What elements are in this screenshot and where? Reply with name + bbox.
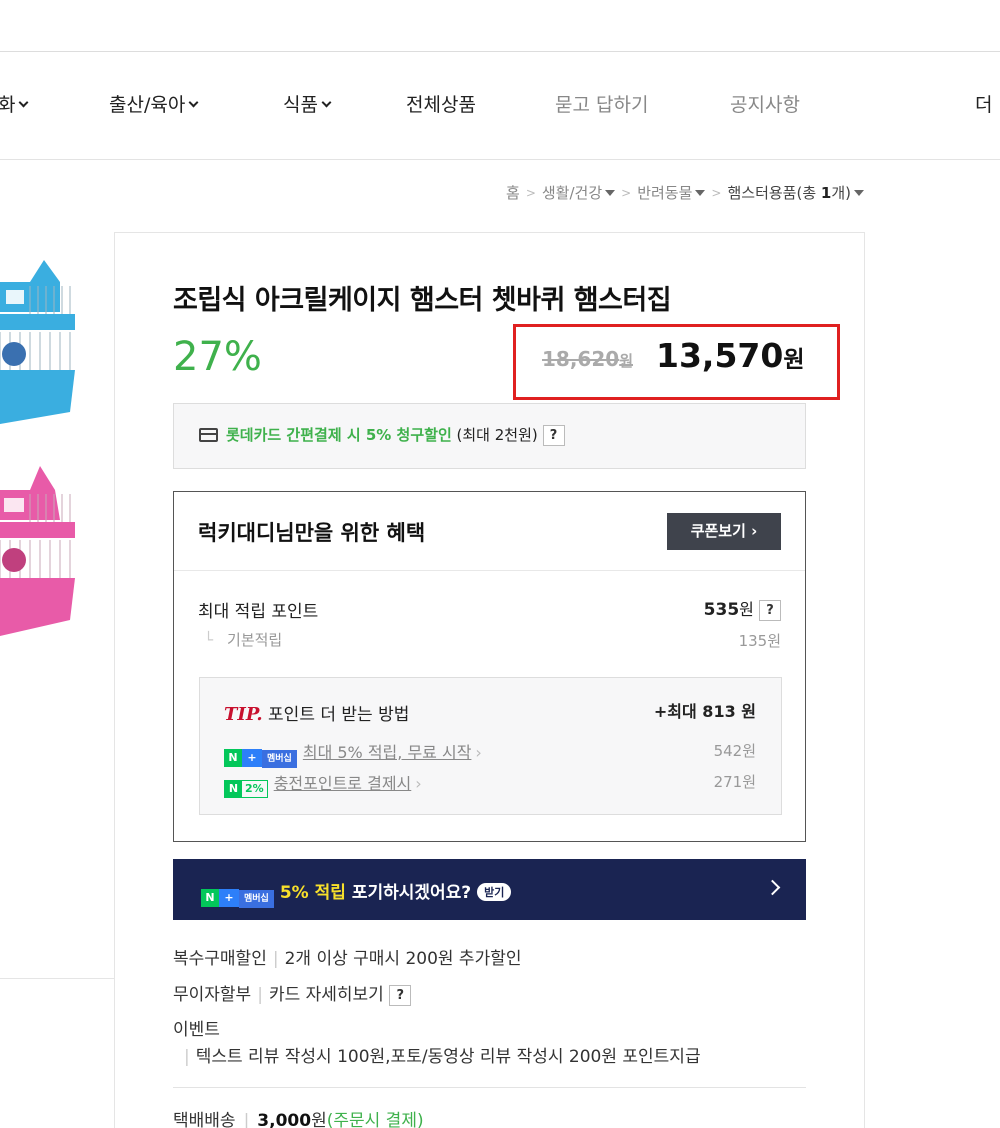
receive-pill: 받기: [477, 883, 512, 901]
nav-item-food[interactable]: 식품: [283, 90, 332, 117]
max-points-label: 최대 적립 포인트: [198, 602, 319, 622]
breadcrumb-level1[interactable]: 생활/건강: [542, 182, 616, 203]
nav-item-more[interactable]: 더: [975, 90, 992, 117]
breadcrumb-separator: >: [711, 185, 722, 200]
base-points-label: └ 기본적립: [204, 631, 283, 649]
event-label: 이벤트: [173, 1020, 220, 1040]
help-button[interactable]: ?: [542, 425, 565, 446]
card-details-link[interactable]: 카드 자세히보기: [269, 985, 384, 1005]
membership-banner-text: N + 멤버십 5% 적립 포기하시겠어요? 받기: [201, 878, 512, 908]
event-description: | 텍스트 리뷰 작성시 100원,포토/동영상 리뷰 작성시 200원 포인트지…: [184, 1047, 701, 1067]
nav-item-partial[interactable]: 화: [0, 90, 29, 117]
credit-card-icon: [199, 428, 218, 442]
tip-row-charge-points-amount: 271원: [713, 773, 756, 791]
nav-item-qna[interactable]: 묻고 답하기: [555, 90, 648, 117]
benefit-header: 럭키대디님만을 위한 혜택 쿠폰보기 ›: [174, 492, 805, 571]
naver-plus-membership-icon: N + 멤버십: [201, 889, 274, 908]
caret-down-icon: [605, 190, 616, 196]
installment-info: 무이자할부 | 카드 자세히보기 ?: [173, 980, 412, 1006]
top-bar: [0, 0, 1000, 52]
help-button[interactable]: ?: [389, 984, 412, 1006]
tip-box: TIP. 포인트 더 받는 방법 +최대 813 원 N + 멤버십 최대 5% 적립…: [199, 677, 782, 815]
naver-pay-2pct-icon: N 2%: [224, 780, 268, 798]
membership-banner[interactable]: N + 멤버십 5% 적립 포기하시겠어요? 받기: [173, 859, 806, 920]
tip-max-points: +최대 813 원: [653, 702, 756, 721]
tip-row-membership[interactable]: N + 멤버십 최대 5% 적립, 무료 시작 ›: [224, 739, 482, 768]
breadcrumb-level2[interactable]: 반려동물: [637, 182, 706, 203]
tip-title: TIP. 포인트 더 받는 방법: [224, 704, 410, 725]
breadcrumb: 홈 > 생활/건강 > 반려동물 > 햄스터용품(총 1개): [506, 182, 864, 203]
chevron-right-icon: [764, 879, 781, 896]
breadcrumb-current[interactable]: 햄스터용품(총 1개): [727, 182, 864, 203]
caret-down-icon: [854, 190, 864, 196]
card-promo-note: (최대 2천원): [451, 426, 543, 444]
chevron-down-icon: [188, 97, 199, 108]
coupon-view-button[interactable]: 쿠폰보기 ›: [667, 513, 781, 550]
divider: [173, 1087, 806, 1088]
nav-item-all-products[interactable]: 전체상품: [406, 90, 476, 117]
divider: [0, 978, 114, 979]
nav-item-baby[interactable]: 출산/육아: [109, 90, 199, 117]
benefit-box: 럭키대디님만을 위한 혜택 쿠폰보기 › 최대 적립 포인트 535원 ? └ 기…: [173, 491, 806, 842]
breadcrumb-home[interactable]: 홈: [506, 182, 520, 203]
caret-down-icon: [695, 190, 706, 196]
chevron-down-icon: [321, 97, 332, 108]
tip-row-membership-amount: 542원: [713, 742, 756, 760]
help-button[interactable]: ?: [759, 600, 781, 621]
breadcrumb-separator: >: [525, 185, 536, 200]
sale-price: 13,570원: [656, 336, 805, 375]
multi-buy-discount: 복수구매할인 | 2개 이상 구매시 200원 추가할인: [173, 949, 522, 969]
nav-item-notice[interactable]: 공지사항: [730, 90, 800, 117]
breadcrumb-separator: >: [621, 185, 632, 200]
tip-row-charge-points[interactable]: N 2% 충전포인트로 결제시 ›: [224, 770, 422, 798]
pink-cage-thumbnail[interactable]: [0, 460, 80, 650]
shipping-info: 택배배송 | 3,000원(주문시 결제): [173, 1111, 424, 1128]
benefit-title: 럭키대디님만을 위한 혜택: [198, 521, 426, 545]
max-points-value: 535원 ?: [704, 596, 781, 621]
category-nav: 화 출산/육아 식품 전체상품 묻고 답하기 공지사항 더: [0, 52, 1000, 160]
discount-rate: 27%: [173, 334, 262, 380]
product-title: 조립식 아크릴케이지 햄스터 쳇바퀴 햄스터집: [173, 285, 672, 316]
card-promo-box: 롯데카드 간편결제 시 5% 청구할인 (최대 2천원) ?: [173, 403, 806, 469]
card-promo-highlight: 롯데카드 간편결제 시 5% 청구할인: [226, 426, 452, 444]
blue-cage-thumbnail[interactable]: [0, 252, 80, 442]
chevron-down-icon: [19, 97, 29, 108]
original-price: 18,620원: [542, 347, 633, 371]
base-points-value: 135원: [738, 632, 781, 650]
naver-plus-membership-icon: N + 멤버십: [224, 749, 297, 768]
